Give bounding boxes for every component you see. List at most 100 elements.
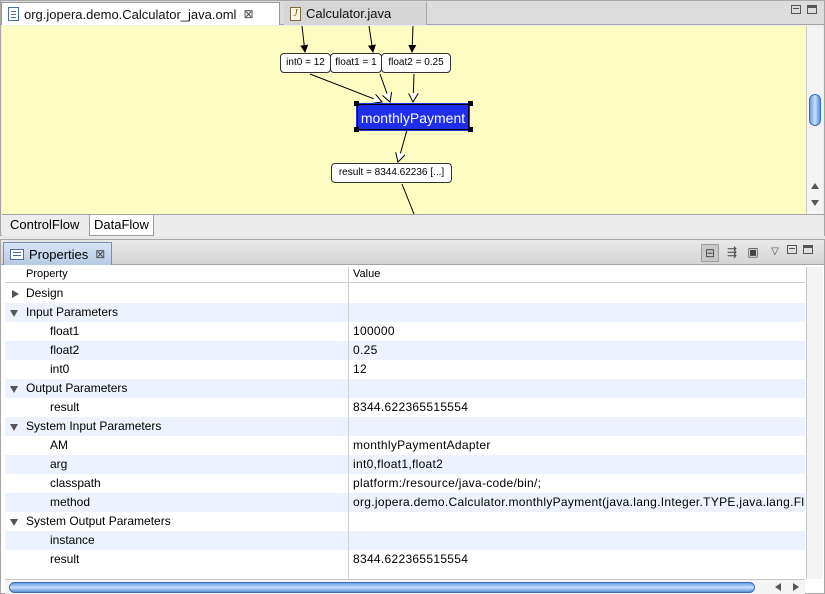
property-name: System Input Parameters — [26, 419, 162, 433]
scroll-left-icon[interactable] — [775, 583, 781, 591]
property-value[interactable]: 0.25 — [353, 341, 805, 360]
property-name: float1 — [50, 324, 80, 338]
property-category-row[interactable]: System Output Parameters — [5, 512, 805, 531]
tab-calculator-oml[interactable]: org.jopera.demo.Calculator_java.oml ⊠ — [1, 2, 280, 25]
selection-handle[interactable] — [468, 101, 473, 106]
property-value[interactable]: platform:/resource/java-code/bin/; — [353, 474, 805, 493]
column-header-value[interactable]: Value — [353, 268, 380, 280]
property-row[interactable]: result 8344.622365515554 — [5, 550, 805, 569]
node-int0[interactable]: int0 = 12 — [280, 53, 331, 73]
close-icon[interactable]: ⊠ — [95, 247, 105, 261]
node-result[interactable]: result = 8344.62236 [...] — [331, 163, 452, 183]
property-value[interactable]: 12 — [353, 360, 805, 379]
table-header: Property Value — [5, 267, 805, 283]
property-category-row[interactable]: System Input Parameters — [5, 417, 805, 436]
property-name: result — [50, 400, 80, 414]
tab-dataflow[interactable]: DataFlow — [89, 215, 154, 236]
property-name: result — [50, 552, 80, 566]
property-name: float2 — [50, 343, 80, 357]
property-value[interactable]: org.jopera.demo.Calculator.monthlyPaymen… — [353, 493, 805, 512]
property-name: Design — [26, 286, 64, 300]
tab-controlflow[interactable]: ControlFlow — [6, 215, 83, 236]
property-row[interactable]: method org.jopera.demo.Calculator.monthly… — [5, 493, 805, 512]
property-name: arg — [50, 457, 68, 471]
property-row[interactable]: int0 12 — [5, 360, 805, 379]
tab-label: org.jopera.demo.Calculator_java.oml — [24, 6, 237, 22]
tab-calculator-java[interactable]: J Calculator.java — [284, 2, 427, 25]
minimize-icon[interactable] — [791, 5, 801, 14]
flow-tab-bar: ControlFlow DataFlow — [2, 214, 824, 236]
property-value[interactable]: 8344.622365515554 — [353, 398, 805, 417]
column-header-property[interactable]: Property — [26, 268, 68, 280]
scroll-down-icon[interactable] — [811, 200, 819, 206]
property-name: Output Parameters — [26, 381, 128, 395]
editor-tab-bar: org.jopera.demo.Calculator_java.oml ⊠ J … — [1, 1, 824, 25]
minimize-icon[interactable] — [787, 245, 797, 254]
show-categories-icon[interactable]: ⊟ — [701, 244, 719, 262]
tab-properties[interactable]: Properties ⊠ — [3, 242, 113, 265]
show-advanced-icon[interactable]: ⇶ — [723, 244, 741, 262]
property-name: classpath — [50, 476, 101, 490]
property-value[interactable]: monthlyPaymentAdapter — [353, 436, 805, 455]
node-float1[interactable]: float1 = 1 — [330, 53, 382, 73]
properties-horizontal-scrollbar[interactable] — [5, 579, 805, 594]
property-name: AM — [50, 438, 68, 452]
property-category-row[interactable]: Design — [5, 284, 805, 303]
collapse-arrow-icon[interactable] — [10, 310, 18, 317]
scroll-up-icon[interactable] — [811, 183, 819, 189]
close-icon[interactable]: ⊠ — [243, 7, 253, 21]
edge-float2-in — [408, 26, 417, 53]
property-category-row[interactable]: Output Parameters — [5, 379, 805, 398]
maximize-icon[interactable] — [803, 245, 813, 254]
edge-int0-in — [300, 26, 309, 53]
task-node-monthly-payment[interactable]: monthlyPayment — [356, 103, 470, 131]
properties-title: Properties — [29, 246, 89, 262]
editor-vertical-scrollbar[interactable] — [806, 26, 823, 214]
collapse-arrow-icon[interactable] — [10, 424, 18, 431]
properties-view: Properties ⊠ ⊟ ⇶ ▣ ▽ Property Value Desi… — [0, 239, 825, 594]
maximize-icon[interactable] — [807, 5, 817, 14]
property-name: System Output Parameters — [26, 514, 171, 528]
property-value[interactable]: int0,float1,float2 — [353, 455, 805, 474]
property-value[interactable]: 8344.622365515554 — [353, 550, 805, 569]
selection-handle[interactable] — [354, 101, 359, 106]
restore-default-icon[interactable]: ▣ — [744, 244, 762, 262]
properties-header: Properties ⊠ ⊟ ⇶ ▣ ▽ — [1, 240, 824, 265]
collapse-arrow-icon[interactable] — [10, 386, 18, 393]
java-file-icon: J — [290, 6, 301, 21]
edge-float1-in — [367, 26, 376, 53]
property-category-row[interactable]: Input Parameters — [5, 303, 805, 322]
edge-task-result — [398, 129, 408, 162]
editor-area: org.jopera.demo.Calculator_java.oml ⊠ J … — [0, 0, 825, 236]
property-row[interactable]: instance — [5, 531, 805, 550]
property-name: int0 — [50, 362, 70, 376]
property-row[interactable]: result 8344.622365515554 — [5, 398, 805, 417]
property-row[interactable]: classpath platform:/resource/java-code/bi… — [5, 474, 805, 493]
edge-float2-task — [413, 73, 414, 102]
column-divider[interactable] — [348, 267, 349, 579]
expand-arrow-icon[interactable] — [12, 290, 19, 298]
property-row[interactable]: float2 0.25 — [5, 341, 805, 360]
property-value[interactable]: 100000 — [353, 322, 805, 341]
scrollbar-thumb[interactable] — [9, 582, 755, 593]
property-row[interactable]: AM monthlyPaymentAdapter — [5, 436, 805, 455]
dataflow-canvas[interactable]: int0 = 12 float1 = 1 float2 = 0.25 month… — [2, 26, 806, 214]
collapse-arrow-icon[interactable] — [10, 519, 18, 526]
edge-int0-task — [309, 73, 382, 102]
scroll-right-icon[interactable] — [793, 583, 799, 591]
properties-icon — [10, 248, 24, 260]
scrollbar-thumb[interactable] — [809, 94, 821, 126]
node-float2[interactable]: float2 = 0.25 — [381, 53, 451, 73]
properties-table: Property Value Design Input Parameters flo… — [5, 267, 805, 579]
property-name: method — [50, 495, 91, 509]
property-row[interactable]: arg int0,float1,float2 — [5, 455, 805, 474]
edge-result-out — [401, 183, 415, 214]
edge-float1-task — [379, 73, 390, 102]
view-menu-icon[interactable]: ▽ — [766, 244, 784, 262]
properties-vertical-scrollbar[interactable] — [806, 267, 823, 579]
selection-handle[interactable] — [468, 127, 473, 132]
properties-window-controls — [787, 245, 813, 254]
property-row[interactable]: float1 100000 — [5, 322, 805, 341]
selection-handle[interactable] — [354, 127, 359, 132]
tab-label: Calculator.java — [306, 6, 392, 21]
